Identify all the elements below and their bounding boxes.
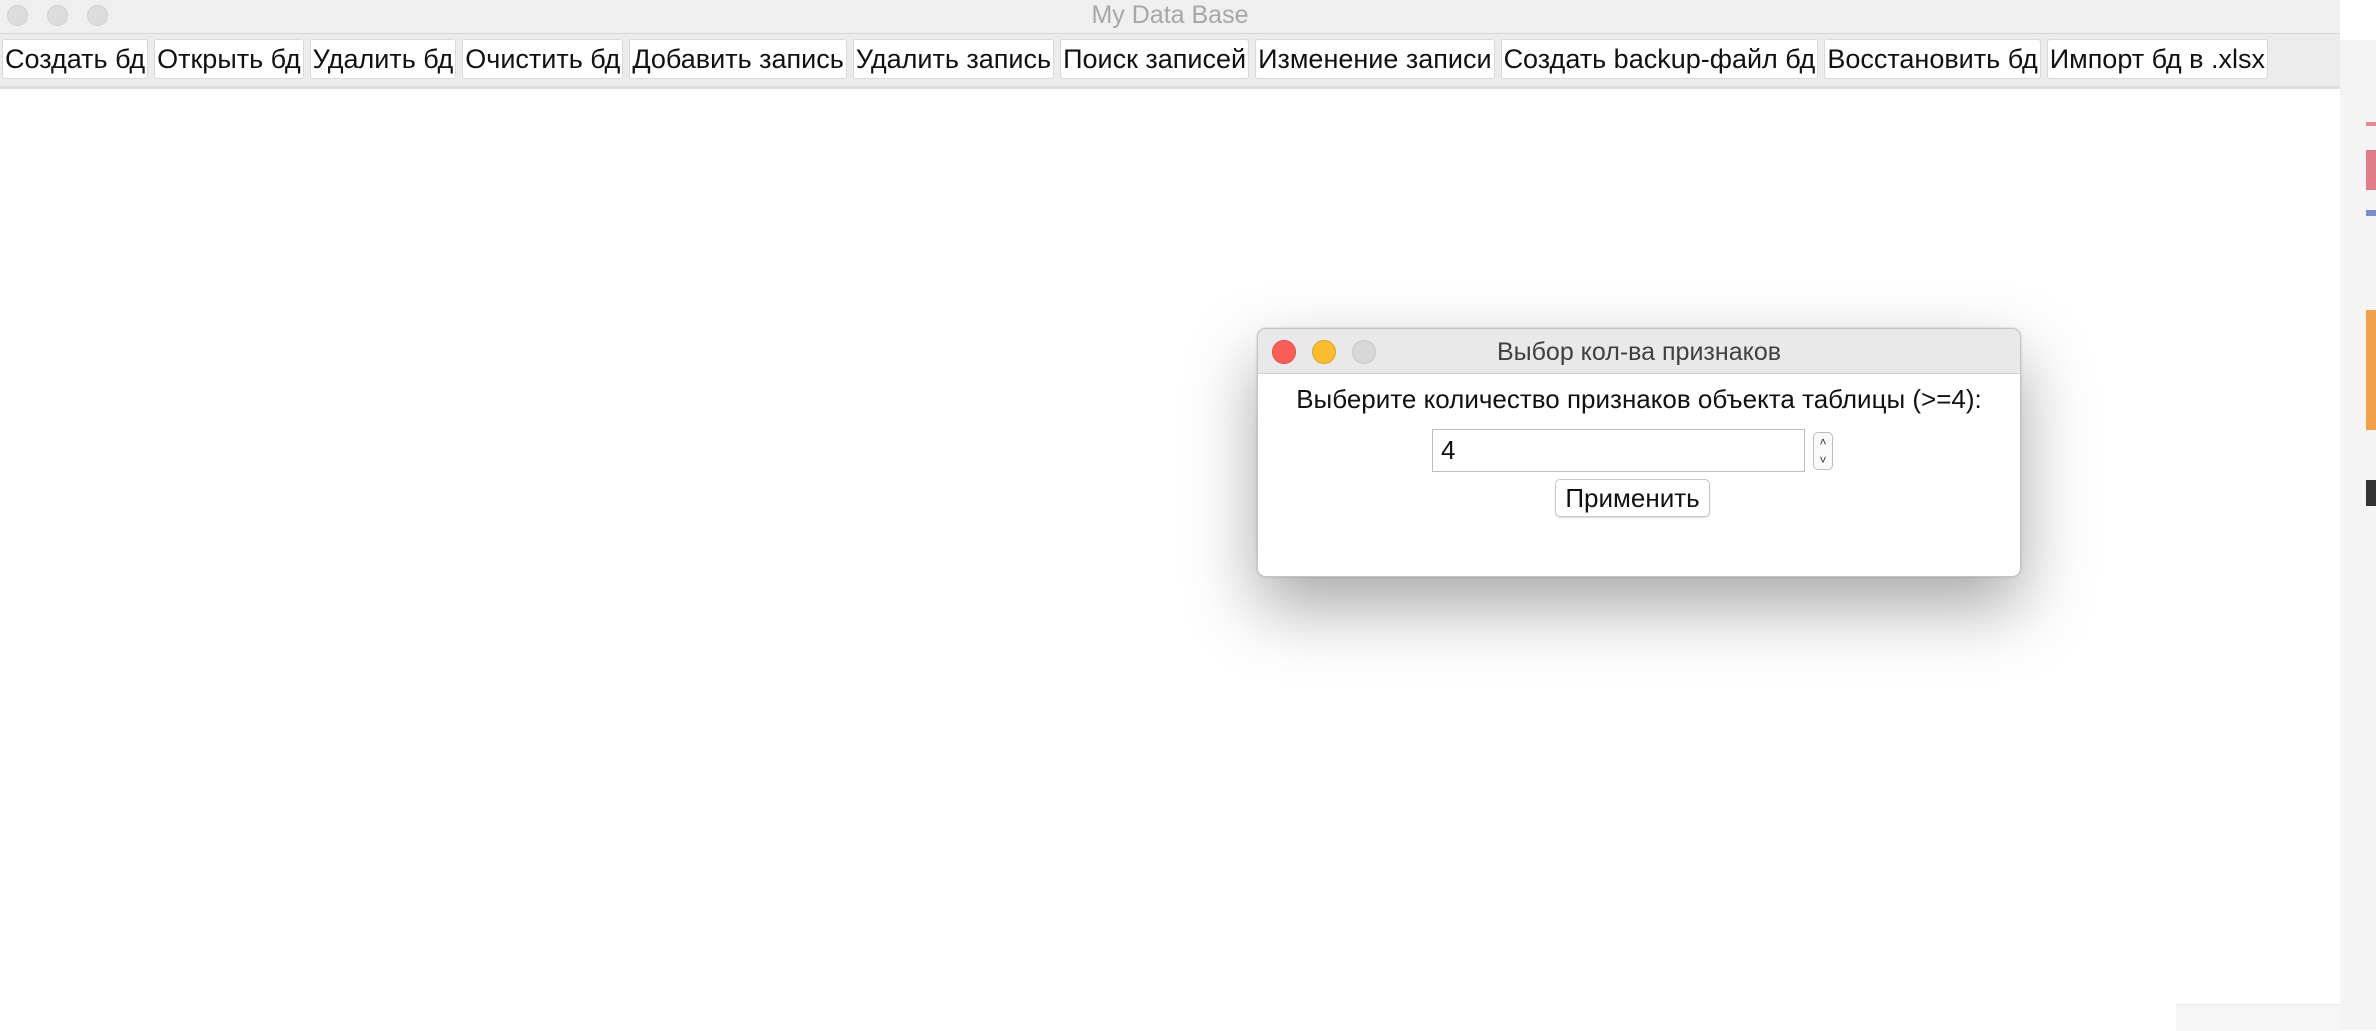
dialog-body: Выберите количество признаков объекта та…	[1258, 374, 2020, 576]
add-record-button[interactable]: Добавить запись	[629, 39, 847, 79]
dialog-title: Выбор кол-ва признаков	[1496, 338, 1782, 366]
feature-count-dialog: Выбор кол-ва признаков Выберите количест…	[1257, 328, 2021, 577]
background-window-bottom	[2176, 1004, 2340, 1031]
chevron-up-icon[interactable]: ˄	[1814, 433, 1832, 451]
create-db-button[interactable]: Создать бд	[2, 39, 149, 79]
window-title: My Data Base	[1091, 1, 1249, 29]
edit-record-button[interactable]: Изменение записи	[1255, 39, 1495, 79]
delete-record-button[interactable]: Удалить запись	[852, 39, 1055, 79]
dialog-titlebar[interactable]: Выбор кол-ва признаков	[1258, 329, 2020, 374]
apply-button[interactable]: Применить	[1555, 479, 1710, 517]
search-records-button[interactable]: Поиск записей	[1060, 39, 1250, 79]
feature-count-prompt: Выберите количество признаков объекта та…	[1296, 384, 1982, 414]
clear-db-button[interactable]: Очистить бд	[462, 39, 624, 79]
main-titlebar[interactable]: My Data Base	[0, 0, 2340, 34]
chevron-down-icon[interactable]: ˅	[1814, 451, 1832, 469]
import-xlsx-button[interactable]: Импорт бд в .xlsx	[2046, 39, 2268, 79]
feature-count-stepper[interactable]: ˄ ˅	[1813, 432, 1833, 470]
delete-db-button[interactable]: Удалить бд	[309, 39, 457, 79]
restore-db-button[interactable]: Восстановить бд	[1824, 39, 2041, 79]
background-window-edge	[2340, 40, 2376, 1030]
toolbar: Создать бд Открыть бд Удалить бд Очистит…	[0, 34, 2340, 89]
feature-count-input[interactable]	[1432, 429, 1805, 472]
create-backup-button[interactable]: Создать backup-файл бд	[1500, 39, 1819, 79]
open-db-button[interactable]: Открыть бд	[154, 39, 304, 79]
